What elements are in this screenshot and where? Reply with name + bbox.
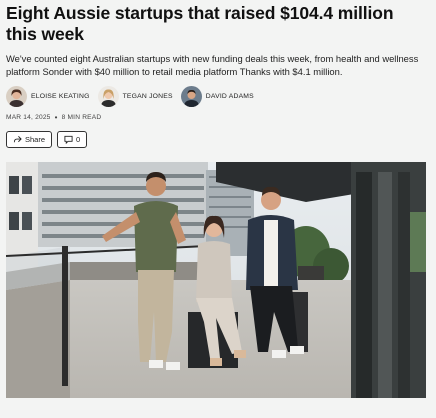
share-icon bbox=[13, 136, 22, 143]
article-summary: We've counted eight Australian startups … bbox=[6, 53, 419, 77]
avatar bbox=[97, 85, 119, 107]
meta-separator: • bbox=[54, 113, 58, 122]
article-meta: MAR 14, 2025 • 8 MIN READ bbox=[6, 113, 430, 122]
author-list: ELOISE KEATING TEGAN JONES DAVID ADAMS bbox=[6, 84, 430, 108]
article: Eight Aussie startups that raised $104.4… bbox=[0, 0, 436, 418]
author-tegan-jones[interactable]: TEGAN JONES bbox=[97, 85, 173, 107]
author-name: ELOISE KEATING bbox=[31, 92, 90, 100]
share-label: Share bbox=[25, 135, 46, 144]
comment-icon bbox=[64, 135, 73, 144]
publish-date: MAR 14, 2025 bbox=[6, 114, 51, 121]
comment-count: 0 bbox=[76, 135, 81, 144]
article-actions: Share 0 bbox=[6, 131, 430, 148]
avatar bbox=[180, 85, 202, 107]
read-time: 8 MIN READ bbox=[61, 114, 102, 121]
author-name: TEGAN JONES bbox=[122, 92, 173, 100]
author-name: DAVID ADAMS bbox=[205, 92, 254, 100]
article-hero-image bbox=[6, 162, 426, 398]
share-button[interactable]: Share bbox=[6, 131, 53, 148]
article-title: Eight Aussie startups that raised $104.4… bbox=[6, 3, 394, 44]
comments-button[interactable]: 0 bbox=[57, 131, 88, 148]
avatar bbox=[6, 85, 27, 107]
author-david-adams[interactable]: DAVID ADAMS bbox=[180, 85, 254, 107]
author-eloise-keating[interactable]: ELOISE KEATING bbox=[6, 85, 90, 107]
